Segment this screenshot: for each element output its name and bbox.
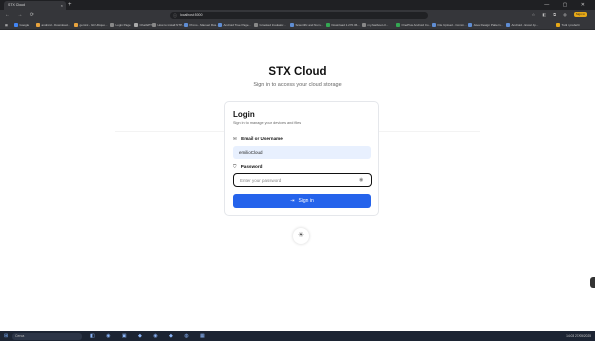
all-bookmarks[interactable]: Tutti i preferiti xyxy=(556,20,580,30)
side-panel-handle[interactable] xyxy=(590,277,595,288)
bookmark-item[interactable]: my.fastboot.cl... xyxy=(362,20,388,30)
bookmark-item[interactable]: How to install NTP... xyxy=(152,20,184,30)
taskbar-search[interactable]: Cerca xyxy=(12,332,82,340)
bookmark-item[interactable]: android - Download... xyxy=(36,20,70,30)
password-label: ⛉ Password xyxy=(233,164,262,169)
bookmarks-bar: ▦ Google android - Download... gemini - … xyxy=(0,20,595,30)
sign-in-icon: ⇥ xyxy=(290,198,295,204)
sign-in-label: Sign in xyxy=(298,198,314,204)
bookmark-item[interactable]: gemini - Gli Ubiquo... xyxy=(74,20,108,30)
bookmark-item[interactable]: Google xyxy=(14,20,29,30)
app-title: STX Cloud xyxy=(268,66,327,78)
bookmark-item[interactable]: Java Design Pattern... xyxy=(468,20,503,30)
mail-icon: ✉ xyxy=(233,136,237,141)
site-info-icon[interactable]: ⓘ xyxy=(173,12,177,19)
sign-in-button[interactable]: ⇥ Sign in xyxy=(233,194,371,208)
username-label: ✉ Email or Username xyxy=(233,136,283,142)
tab-title: STX Cloud xyxy=(8,3,25,7)
app-subtitle: Sign in to access your cloud storage xyxy=(253,82,342,88)
bookmark-item[interactable]: File Upload - Comm... xyxy=(432,20,467,30)
bookmark-item[interactable]: Prono - Manuel Ros... xyxy=(184,20,219,30)
url-text: localhost:5000 xyxy=(180,12,203,17)
lock-icon: ⛉ xyxy=(233,164,237,169)
login-card-title: Login xyxy=(233,110,255,119)
bookmark-item[interactable]: Download 1.270.36... xyxy=(326,20,360,30)
browser-tab-bar: STX Cloud × + — ▢ ✕ xyxy=(0,0,595,10)
profile-signin-badge[interactable]: Sign in xyxy=(573,12,587,18)
os-taskbar: ⊞ Cerca ◧ ◉ ▣ ◆ ◉ ◆ ◍ ▦ 14:03 27/05/2025 xyxy=(0,331,595,341)
bookmark-item[interactable]: OnePlus Android Co... xyxy=(396,20,431,30)
show-password-icon[interactable]: ◉ xyxy=(359,176,363,184)
password-input[interactable] xyxy=(233,173,372,187)
bookmark-item[interactable]: Android - Excel Jp... xyxy=(506,20,538,30)
window-controls[interactable]: — ▢ ✕ xyxy=(544,0,591,10)
bookmark-item[interactable]: Android Tree Page... xyxy=(218,20,251,30)
taskbar-app-icons[interactable]: ◧ ◉ ▣ ◆ ◉ ◆ ◍ ▦ xyxy=(90,331,210,341)
username-label-text: Email or Username xyxy=(241,136,283,141)
address-bar[interactable]: ⓘ localhost:5000 xyxy=(170,11,428,19)
nav-buttons[interactable]: ← → ⟳ xyxy=(5,10,37,20)
bookmark-item[interactable]: Login Page xyxy=(110,20,131,30)
tab-close-icon[interactable]: × xyxy=(61,1,63,10)
username-input[interactable] xyxy=(233,146,371,159)
start-icon[interactable]: ⊞ xyxy=(4,331,8,341)
system-tray-clock[interactable]: 14:03 27/05/2025 xyxy=(566,331,591,341)
extensions-area: ☆ ◧ ⧉ ◍ Sign in xyxy=(532,10,587,20)
bookmark-item[interactable]: Grooked Insulator... xyxy=(254,20,286,30)
sun-icon: ☀ xyxy=(297,232,305,239)
browser-tab[interactable]: STX Cloud × xyxy=(4,1,66,10)
browser-nav-bar: ← → ⟳ ⓘ localhost:5000 ☆ ◧ ⧉ ◍ Sign in xyxy=(0,10,595,20)
login-card-subtitle: Sign in to manage your devices and files xyxy=(233,121,302,125)
apps-icon[interactable]: ▦ xyxy=(5,20,8,30)
password-label-text: Password xyxy=(240,164,263,169)
extension-icons[interactable]: ☆ ◧ ⧉ ◍ xyxy=(532,12,570,17)
login-card: Login Sign in to manage your devices and… xyxy=(224,101,379,216)
theme-toggle-button[interactable]: ☀ xyxy=(293,228,309,244)
bookmark-item[interactable]: ChatGPT xyxy=(134,20,152,30)
new-tab-icon[interactable]: + xyxy=(68,1,72,9)
bookmark-item[interactable]: Scientific and Num... xyxy=(290,20,323,30)
taskbar-search-text: Cerca xyxy=(15,333,25,338)
